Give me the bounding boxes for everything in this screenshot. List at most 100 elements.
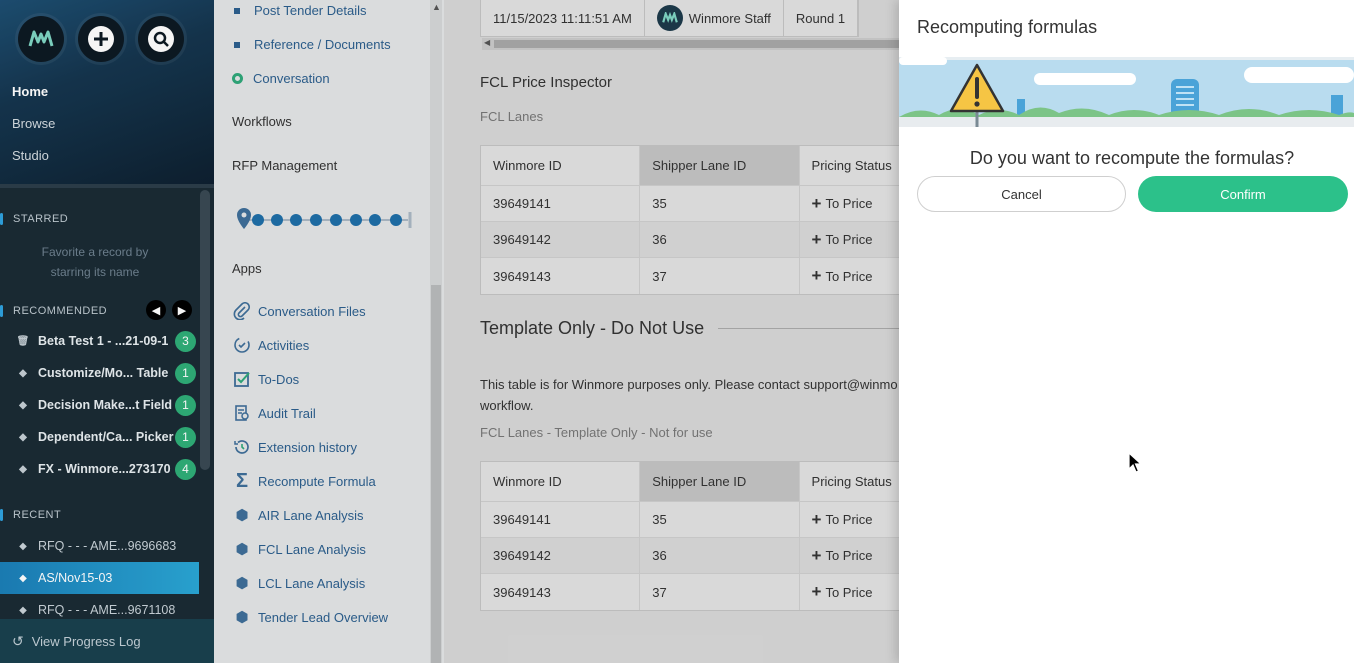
app-activities[interactable]: Activities [232,335,309,355]
template-section-heading: Template Only - Do Not Use [480,318,899,339]
hexagon-icon: ⬢ [235,609,249,626]
link-reference-documents[interactable]: Reference / Documents [232,37,391,52]
column-header[interactable]: Shipper Lane ID [640,462,800,501]
app-extension-history[interactable]: Extension history [232,437,357,457]
sidebar-divider [0,184,214,188]
table-row[interactable]: 39649143 37 + To Price [481,258,899,294]
history-icon [232,437,252,457]
app-air-lane-analysis[interactable]: ⬢ AIR Lane Analysis [232,505,363,525]
timestamp: 11/15/2023 11:11:51 AM [481,0,645,36]
scrollbar-thumb[interactable] [494,40,899,48]
sidebar-header: Home Browse Studio [0,0,214,185]
winmore-logo-button[interactable] [18,16,64,62]
count-badge: 3 [175,330,196,352]
plus-icon [88,26,114,52]
recommended-section: RECOMMENDED ◀ ▶ [0,300,200,320]
app-lcl-lane-analysis[interactable]: ⬢ LCL Lane Analysis [232,573,365,593]
table-row[interactable]: 39649142 36 + To Price [481,538,899,574]
column-header[interactable]: Pricing Status [800,462,899,501]
app-conversation-files[interactable]: Conversation Files [232,301,366,321]
plus-icon: + [811,266,822,285]
scroll-left-icon[interactable]: ◀ [484,38,490,47]
panel-title: Recomputing formulas [917,17,1098,37]
app-audit-trail[interactable]: Audit Trail [232,403,316,423]
left-sidebar: Home Browse Studio STARRED Favorite a re… [0,0,214,663]
status-dot-icon [232,73,243,84]
chevron-right-icon[interactable]: ▶ [172,300,192,320]
checkbox-icon [232,369,252,389]
recommended-list: 🗑 Beta Test 1 - ...21-09-1 3 ◆ Customize… [0,325,200,485]
to-price-button[interactable]: + To Price [800,574,899,610]
scrollbar-thumb[interactable] [431,285,441,663]
cancel-button[interactable]: Cancel [917,176,1126,212]
sidebar-scrollbar[interactable] [200,190,210,470]
to-price-button[interactable]: + To Price [800,502,899,537]
list-item-selected[interactable]: ◆ AS/Nov15-03 [0,562,199,594]
diamond-icon: ◆ [19,367,27,379]
nav-browse[interactable]: Browse [12,114,55,146]
chevron-left-icon[interactable]: ◀ [146,300,166,320]
link-conversation[interactable]: Conversation [232,71,330,86]
plus-icon: + [811,509,822,529]
list-item[interactable]: ◆ RFQ - - - AME...9696683 [0,530,200,562]
trash-icon: 🗑 [16,335,30,347]
history-row: 11/15/2023 11:11:51 AM Winmore Staff Rou… [480,0,860,37]
table-header: Winmore ID Shipper Lane ID Pricing Statu… [481,146,899,186]
rfp-management-heading: RFP Management [232,158,338,173]
search-button[interactable] [138,16,184,62]
to-price-button[interactable]: + To Price [800,538,899,573]
plus-icon: + [811,229,822,249]
column-header[interactable]: Winmore ID [481,462,641,501]
scroll-up-icon[interactable]: ▲ [432,2,441,12]
recompute-formulas-panel: Recomputing formulas Do you want to reco… [899,0,1354,663]
record-navigation: Post Tender Details Reference / Document… [214,0,444,663]
count-badge: 1 [175,362,196,384]
to-price-button[interactable]: + To Price [800,186,899,221]
column-header[interactable]: Winmore ID [481,146,641,185]
template-lanes-table: Winmore ID Shipper Lane ID Pricing Statu… [480,461,899,611]
recommended-arrows: ◀ ▶ [146,300,192,320]
nav-home[interactable]: Home [12,82,55,114]
diamond-icon: ◆ [19,463,27,475]
list-item[interactable]: 🗑 Beta Test 1 - ...21-09-1 3 [0,325,200,357]
list-item[interactable]: ◆ Decision Make...t Field 1 [0,389,200,421]
link-post-tender-details[interactable]: Post Tender Details [232,3,367,18]
horizontal-scrollbar[interactable]: ◀ [482,38,899,50]
heading-rule [718,328,899,329]
table-row[interactable]: 39649141 35 + To Price [481,502,899,538]
table-row[interactable]: 39649141 35 + To Price [481,186,899,222]
view-progress-log-button[interactable]: ↺ View Progress Log [0,619,214,663]
nav-studio[interactable]: Studio [12,146,55,178]
app-fcl-lane-analysis[interactable]: ⬢ FCL Lane Analysis [232,539,365,559]
create-button[interactable] [78,16,124,62]
app-to-dos[interactable]: To-Dos [232,369,299,389]
column-header[interactable]: Pricing Status [800,146,899,185]
starred-section: STARRED Favorite a record by starring it… [0,210,200,282]
diamond-icon: ◆ [19,540,27,552]
hexagon-icon: ⬢ [235,507,249,524]
to-price-button[interactable]: + To Price [800,258,899,294]
list-item[interactable]: ◆ Dependent/Ca... Picker 1 [0,421,200,453]
fcl-lanes-label: FCL Lanes [480,109,544,124]
app-tender-lead-overview[interactable]: ⬢ Tender Lead Overview [232,607,388,627]
nav-scrollbar[interactable]: ▲ [430,0,442,663]
round-label: Round 1 [784,0,859,36]
table-row[interactable]: 39649143 37 + To Price [481,574,899,610]
template-lanes-label: FCL Lanes - Template Only - Not for use [480,425,713,440]
recent-title: RECENT [0,506,200,524]
to-price-button[interactable]: + To Price [800,222,899,257]
plus-icon: + [811,193,822,213]
hexagon-icon: ⬢ [235,575,249,592]
bullet-icon [234,7,240,14]
column-header[interactable]: Shipper Lane ID [640,146,800,185]
app-recompute-formula[interactable]: Σ Recompute Formula [232,469,376,492]
hexagon-icon: ⬢ [235,541,249,558]
list-item[interactable]: ◆ Customize/Mo... Table 1 [0,357,200,389]
activities-icon [232,335,252,355]
sigma-icon: Σ [235,469,248,492]
table-row[interactable]: 39649142 36 + To Price [481,222,899,258]
list-item[interactable]: ◆ FX - Winmore...273170 4 [0,453,200,485]
main-nav: Home Browse Studio [12,82,55,178]
starred-title: STARRED [0,210,200,228]
confirm-button[interactable]: Confirm [1138,176,1348,212]
